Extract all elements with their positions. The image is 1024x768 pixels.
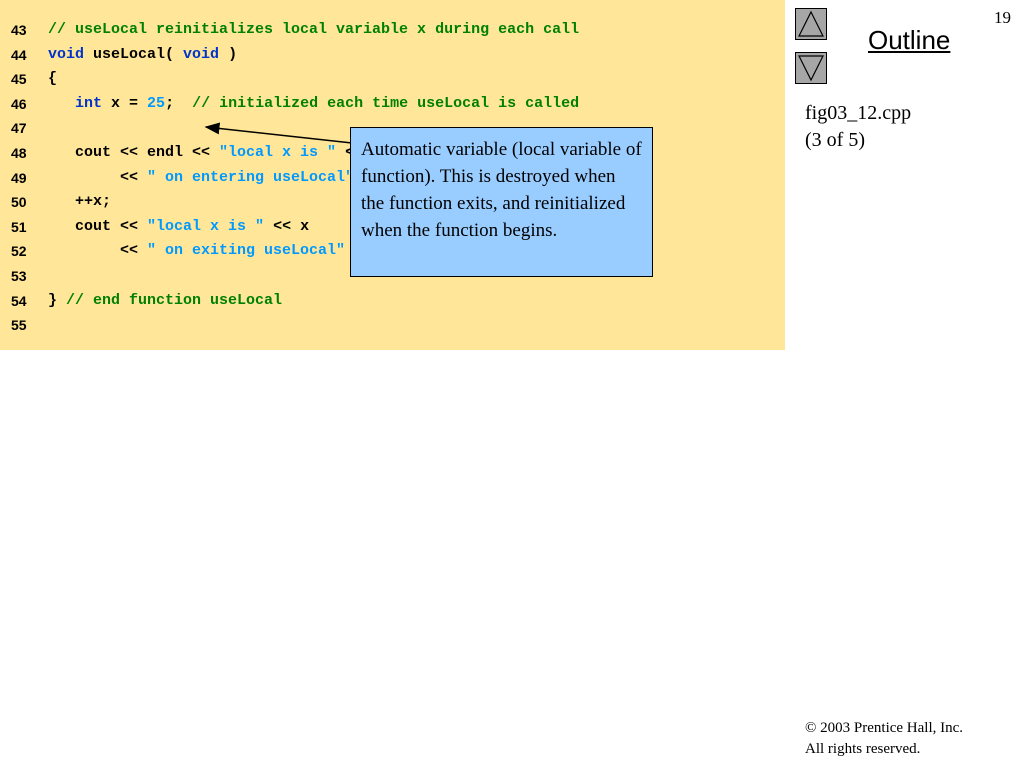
page-number: 19 (994, 8, 1011, 27)
copyright-line: © 2003 Prentice Hall, Inc. (805, 718, 963, 739)
triangle-up-icon (798, 10, 824, 37)
file-name: fig03_12.cpp (805, 102, 912, 124)
explanation-callout: Automatic variable (local variable of fu… (350, 127, 653, 277)
triangle-down-icon (798, 55, 824, 82)
file-part: (3 of 5) (805, 129, 865, 151)
rights-reserved: All rights reserved. (805, 741, 921, 757)
previous-slide-button[interactable] (795, 8, 827, 40)
copyright-text: 2003 Prentice Hall, Inc. (816, 720, 964, 736)
callout-text: Automatic variable (local variable of fu… (361, 139, 642, 241)
next-slide-button[interactable] (795, 52, 827, 84)
outline-link[interactable]: Outline (868, 25, 950, 56)
copyright-notice: © 2003 Prentice Hall, Inc. All rights re… (805, 718, 963, 760)
copyright-symbol: © (805, 720, 817, 736)
